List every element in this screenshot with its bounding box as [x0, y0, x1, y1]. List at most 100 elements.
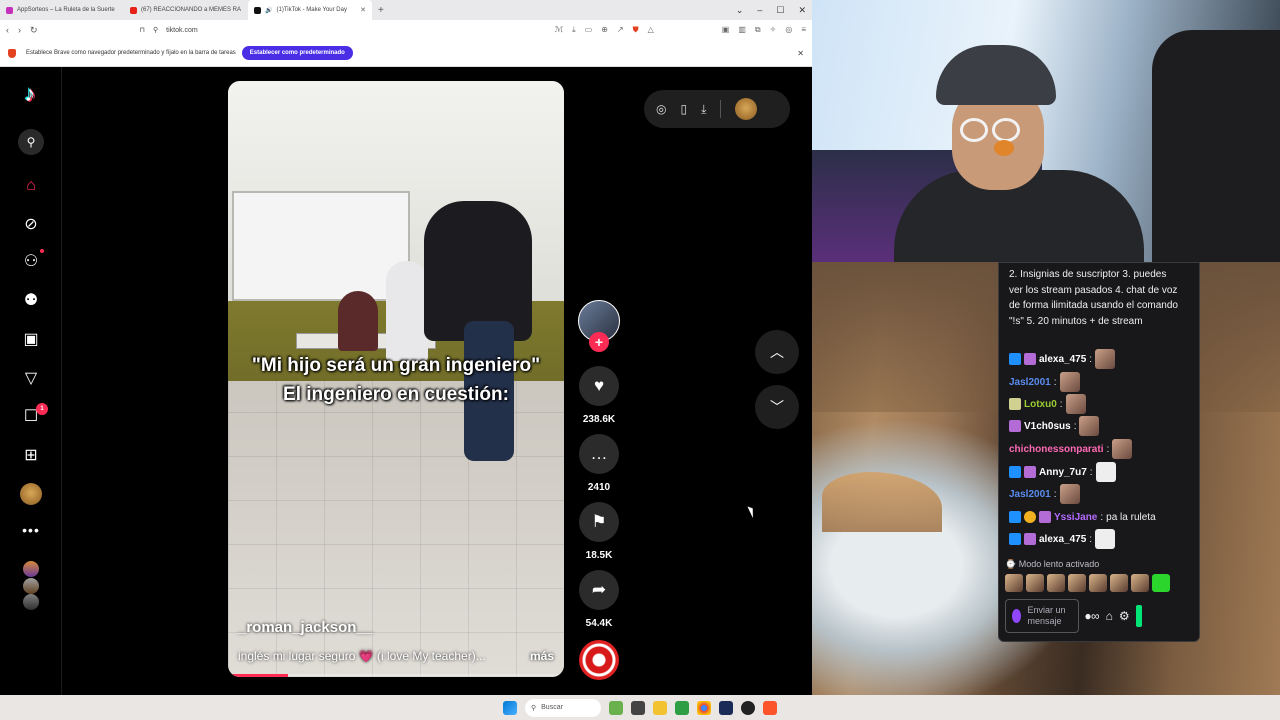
emote-icon[interactable] — [1047, 574, 1065, 592]
chat-username[interactable]: Jasl2001 — [1009, 489, 1051, 500]
brave-logo-icon — [8, 48, 16, 58]
extensions-icon[interactable]: ⧉ — [755, 25, 761, 35]
live-icon[interactable]: ▣ — [20, 328, 42, 350]
music-disc-icon[interactable] — [579, 640, 619, 680]
friends-icon[interactable]: ⚉ — [20, 289, 42, 311]
home-icon[interactable]: ⌂ — [20, 175, 42, 197]
photoshop-icon[interactable] — [719, 700, 733, 715]
brave-shields-icon[interactable]: ⛊ — [633, 25, 639, 35]
emote-icon[interactable] — [1005, 574, 1023, 592]
chat-username[interactable]: alexa_475 — [1039, 354, 1086, 365]
emote-icon[interactable] — [1131, 574, 1149, 592]
bits-icon[interactable]: ⦁∞ — [1085, 609, 1100, 624]
speaker-icon[interactable]: 🔊 — [265, 7, 272, 14]
chat-username[interactable]: V1ch0sus — [1024, 421, 1071, 432]
widgets-icon[interactable] — [609, 700, 623, 715]
chat-username[interactable]: chichonessonparati — [1009, 444, 1103, 455]
chat-username[interactable]: YssiJane — [1054, 512, 1097, 523]
chrome-icon[interactable] — [697, 700, 711, 715]
emote-icon[interactable] — [1089, 574, 1107, 592]
webcam-gaming-chair — [1152, 30, 1280, 262]
reload-icon[interactable]: ↻ — [30, 25, 38, 36]
sub-badge-icon — [1009, 466, 1021, 478]
mini-player-icon[interactable]: ◎ — [656, 102, 666, 116]
tab-cast-icon[interactable]: ▭ — [585, 25, 593, 35]
emote-icon[interactable] — [1068, 574, 1086, 592]
task-view-icon[interactable] — [631, 700, 645, 715]
search-icon[interactable]: ⚲ — [18, 129, 44, 155]
brave-icon[interactable] — [763, 700, 777, 715]
more-caption-link[interactable]: más — [530, 649, 554, 663]
site-info-icon[interactable]: ⚲ — [153, 26, 158, 34]
followed-account-avatar[interactable] — [23, 594, 39, 610]
more-icon[interactable]: ••• — [20, 519, 42, 541]
microphone-icon[interactable] — [1012, 609, 1022, 623]
download-icon[interactable]: ⤓ — [701, 102, 706, 117]
leo-icon[interactable]: ✧ — [770, 25, 777, 35]
messages-icon[interactable]: ▽ — [20, 367, 42, 389]
explore-icon[interactable]: ⊘ — [20, 213, 42, 235]
settings-gear-icon[interactable]: ⚙ — [1119, 609, 1130, 623]
emote-icon[interactable] — [1110, 574, 1128, 592]
share-icon[interactable]: ↗ — [617, 25, 624, 35]
taskbar-search[interactable]: ⚲ Buscar — [525, 698, 601, 717]
video-progress-bar[interactable] — [228, 674, 564, 677]
install-icon[interactable]: ⤓ — [572, 25, 576, 35]
chat-username[interactable]: Lotxu0 — [1024, 399, 1057, 410]
close-window-button[interactable]: ✕ — [798, 5, 806, 16]
chat-input[interactable]: Enviar un mensaje — [1005, 599, 1079, 633]
tab-tiktok[interactable]: 🔊 (1)TikTok - Make Your Day ✕ — [248, 0, 372, 20]
vpn-icon[interactable]: ◎ — [785, 25, 792, 35]
slow-mode-text: Modo lento activado — [1018, 559, 1100, 569]
tab-search-icon[interactable]: ⌄ — [736, 5, 744, 16]
emote-icon[interactable] — [1026, 574, 1044, 592]
maximize-button[interactable]: ☐ — [776, 5, 784, 16]
close-tab-icon[interactable]: ✕ — [360, 6, 366, 14]
chat-username[interactable]: Anny_7u7 — [1039, 467, 1087, 478]
brave-rewards-icon[interactable]: △ — [648, 25, 654, 35]
profile-avatar[interactable] — [20, 483, 42, 505]
url-field[interactable]: tiktok.com — [166, 27, 198, 34]
translate-icon[interactable]: ℳ — [555, 25, 564, 35]
forward-icon[interactable]: › — [18, 25, 21, 36]
bookmark-icon[interactable]: ⊓ — [140, 26, 145, 34]
upload-icon[interactable]: ⊞ — [20, 444, 42, 466]
chat-username[interactable]: alexa_475 — [1039, 534, 1086, 545]
address-bar: ‹ › ↻ ⊓ ⚲ tiktok.com ℳ ⤓ ▭ ⊕ ↗ ⛊ △ ▣ ▥ ⧉… — [0, 20, 812, 40]
video-username[interactable]: _roman_jackson__ — [238, 619, 373, 636]
share-arrow-icon[interactable]: ➦ — [579, 570, 619, 610]
zoom-icon[interactable]: ⊕ — [601, 25, 608, 35]
bookmark-icon[interactable]: ⚑ — [579, 502, 619, 542]
back-icon[interactable]: ‹ — [6, 25, 9, 36]
new-tab-button[interactable]: + — [372, 5, 390, 16]
follow-plus-icon[interactable]: + — [589, 332, 609, 352]
tab-youtube[interactable]: (67) REACCIONANDO a MEMES RA — [124, 0, 248, 20]
wallet-icon[interactable]: ▣ — [722, 25, 730, 35]
obs-icon[interactable] — [741, 700, 755, 715]
following-icon[interactable]: ⚇ — [20, 250, 42, 272]
close-infobar-icon[interactable]: ✕ — [797, 49, 804, 58]
extension-avatar-icon[interactable] — [735, 98, 758, 120]
video-player[interactable]: "Mi hijo será un gran ingeniero" El inge… — [228, 81, 564, 677]
chat-username[interactable]: Jasl2001 — [1009, 377, 1051, 388]
store-icon[interactable]: ⌂ — [1106, 609, 1113, 623]
heart-icon[interactable]: ♥ — [579, 366, 619, 406]
phone-icon[interactable]: ▯ — [680, 102, 687, 116]
followed-account-avatar[interactable] — [23, 561, 39, 577]
next-video-button[interactable]: ﹀ — [755, 385, 799, 429]
previous-video-button[interactable]: ︿ — [755, 330, 799, 374]
store-app-icon[interactable] — [675, 700, 689, 715]
chat-send-indicator[interactable] — [1135, 605, 1142, 627]
set-default-button[interactable]: Establecer como predeterminado — [241, 46, 353, 60]
sidebar-icon[interactable]: ▥ — [738, 25, 746, 35]
file-explorer-icon[interactable] — [653, 700, 667, 715]
tiktok-logo-icon[interactable]: ♪ — [19, 81, 41, 106]
menu-icon[interactable]: ≡ — [801, 25, 806, 35]
emote-icon[interactable] — [1152, 574, 1170, 592]
minimize-button[interactable]: – — [757, 5, 762, 15]
windows-start-icon[interactable] — [503, 700, 517, 715]
followed-account-avatar[interactable] — [23, 578, 39, 594]
comment-icon[interactable]: … — [579, 434, 619, 474]
browser-window: AppSorteos – La Ruleta de la Suerte (67)… — [0, 0, 812, 695]
tab-appsorteos[interactable]: AppSorteos – La Ruleta de la Suerte — [0, 0, 124, 20]
